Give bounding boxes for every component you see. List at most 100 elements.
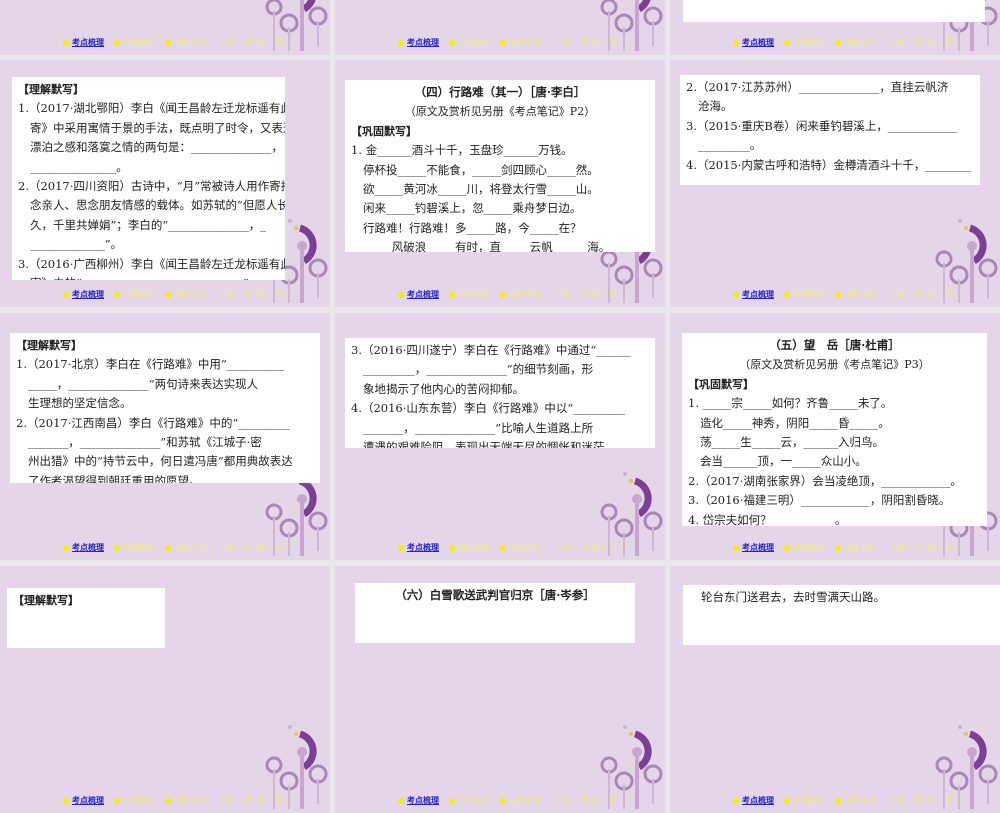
nav-link-kaodian-label: 考点梳理 <box>742 290 774 299</box>
nav-link-3-label: 决胜中考 <box>174 796 206 805</box>
bullet-dot-icon <box>835 291 841 298</box>
text-line: 寄》中采用寓情于景的手法，既点明了时令，又表达了 <box>30 120 285 135</box>
slide-thumbnail[interactable]: （六）白雪歌送武判官归京［唐·岑参］ 考点梳理 典例精析 决胜中考 （ 第一 页 第一 … <box>335 566 665 813</box>
nav-link-kaodian[interactable]: 考点梳理 <box>398 795 439 806</box>
slide-content-box: （六）白雪歌送武判官归京［唐·岑参］ <box>355 583 635 643</box>
nav-link-2-label: 典例精析 <box>123 290 155 299</box>
page-indicator-label: （ 第一 页 第一 页 ） <box>886 543 963 552</box>
text-line: 轮台东门送君去，去时雪满天山路。 <box>701 590 885 604</box>
text-line: 行路难！行路难！多_____路，今_____在？ <box>363 220 582 235</box>
bullet-dot-icon <box>500 797 506 804</box>
nav-link-kaodian[interactable]: 考点梳理 <box>733 37 774 48</box>
bullet-dot-icon <box>165 291 171 298</box>
bullet-dot-icon <box>500 291 506 298</box>
slide-footer-nav: 考点梳理 典例精析 决胜中考 （ 第一 页 第一 页 ） <box>63 542 293 553</box>
nav-link-kaodian[interactable]: 考点梳理 <box>63 289 104 300</box>
text-line: _________。 <box>698 138 762 153</box>
text-line: 1.（2017·湖北鄂阳）李白《闻王昌龄左迁龙标遥有此 <box>18 101 285 116</box>
bullet-dot-icon <box>449 39 455 46</box>
nav-link-3[interactable]: 决胜中考 <box>835 795 876 806</box>
slide-content-box: 【理解默写】 1.（2017·北京）李白在《行路难》中用“__________ __… <box>10 333 320 483</box>
slide-thumbnail[interactable]: 【理解默写】 考点梳理 典例精析 决胜中考 （ 第一 页 第一 页 ） <box>0 566 330 813</box>
nav-link-2[interactable]: 典例精析 <box>784 795 825 806</box>
slide-thumbnail[interactable]: （四）行路难（其一）［唐·李白］ （原文及赏析见另册《考点笔记》P2） 【巩固默写】… <box>335 60 665 307</box>
bullet-dot-icon <box>398 39 404 46</box>
nav-link-3[interactable]: 决胜中考 <box>835 542 876 553</box>
nav-link-kaodian[interactable]: 考点梳理 <box>733 542 774 553</box>
nav-link-3[interactable]: 决胜中考 <box>165 37 206 48</box>
nav-link-kaodian[interactable]: 考点梳理 <box>63 795 104 806</box>
nav-link-3[interactable]: 决胜中考 <box>500 37 541 48</box>
slide-thumbnail[interactable]: 考点梳理 典例精析 决胜中考 （ 第一 页 第一 页 ） <box>335 0 665 55</box>
text-line: 寄》中的“_____________，_____________”， <box>18 274 279 280</box>
page-indicator-label: （ 第一 页 第一 页 ） <box>551 796 628 805</box>
text-line: _______________。 <box>30 159 128 174</box>
nav-link-2[interactable]: 典例精析 <box>114 795 155 806</box>
text-line: 3.（2016·广西柳州）李白《闻王昌龄左迁龙标遥有此 <box>18 256 285 271</box>
nav-link-3[interactable]: 决胜中考 <box>835 37 876 48</box>
slide-thumbnail[interactable]: （五）望 岳［唐·杜甫］ （原文及赏析见另册《考点笔记》P3） 【巩固默写】 1. _… <box>670 313 1000 560</box>
bullet-dot-icon <box>733 797 739 804</box>
nav-link-2[interactable]: 典例精析 <box>114 37 155 48</box>
nav-link-3[interactable]: 决胜中考 <box>500 542 541 553</box>
bullet-dot-icon <box>398 291 404 298</box>
bullet-dot-icon <box>63 544 69 551</box>
nav-link-3[interactable]: 决胜中考 <box>165 289 206 300</box>
nav-link-kaodian[interactable]: 考点梳理 <box>398 37 439 48</box>
nav-link-2[interactable]: 典例精析 <box>784 37 825 48</box>
nav-link-3-label: 决胜中考 <box>509 290 541 299</box>
nav-link-3[interactable]: 决胜中考 <box>165 795 206 806</box>
nav-link-3-label: 决胜中考 <box>509 38 541 47</box>
nav-link-kaodian[interactable]: 考点梳理 <box>733 289 774 300</box>
nav-link-2[interactable]: 典例精析 <box>114 542 155 553</box>
nav-link-2[interactable]: 典例精析 <box>449 542 490 553</box>
nav-link-kaodian-label: 考点梳理 <box>742 796 774 805</box>
slide-thumbnail[interactable]: 考点梳理 典例精析 决胜中考 （ 第一 页 第一 页 ） <box>0 0 330 55</box>
slide-thumbnail[interactable]: ________________ 标过五溪。考点梳理 典例精析 决胜中考 （ 第一 页… <box>670 0 1000 55</box>
nav-link-3[interactable]: 决胜中考 <box>835 289 876 300</box>
nav-link-2[interactable]: 典例精析 <box>114 289 155 300</box>
bullet-dot-icon <box>784 291 790 298</box>
text-line: 4. 岱宗夫如何？___________。 <box>688 512 847 526</box>
text-line: 2.（2017·四川资阳）古诗中，“月”常被诗人用作寄托思 <box>18 179 285 194</box>
bullet-dot-icon <box>835 797 841 804</box>
nav-link-3[interactable]: 决胜中考 <box>165 542 206 553</box>
slide-thumbnail[interactable]: 【理解默写】 1.（2017·湖北鄂阳）李白《闻王昌龄左迁龙标遥有此 寄》中采用寓情… <box>0 60 330 307</box>
nav-link-2-label: 典例精析 <box>793 796 825 805</box>
nav-link-2[interactable]: 典例精析 <box>449 795 490 806</box>
nav-link-3-label: 决胜中考 <box>844 290 876 299</box>
nav-link-2[interactable]: 典例精析 <box>784 542 825 553</box>
slide-content-box: 3.（2016·四川遂宁）李白在《行路难》中通过“______ _________… <box>345 338 655 448</box>
slide-thumbnail[interactable]: 2.（2017·江苏苏州）______________，直挂云帆济 沧海。 3.（2… <box>670 60 1000 307</box>
page-indicator-label: （ 第一 页 第一 页 ） <box>216 796 293 805</box>
nav-link-3[interactable]: 决胜中考 <box>500 289 541 300</box>
slide-thumbnail[interactable]: 3.（2016·四川遂宁）李白在《行路难》中通过“______ _________… <box>335 313 665 560</box>
nav-link-2[interactable]: 典例精析 <box>784 289 825 300</box>
page-indicator: （ 第一 页 第一 页 ） <box>216 289 293 300</box>
nav-link-3-label: 决胜中考 <box>174 38 206 47</box>
bullet-dot-icon <box>114 544 120 551</box>
nav-link-3[interactable]: 决胜中考 <box>500 795 541 806</box>
slide-content-box: 【理解默写】 1.（2017·湖北鄂阳）李白《闻王昌龄左迁龙标遥有此 寄》中采用寓情… <box>12 77 285 280</box>
nav-link-3-label: 决胜中考 <box>509 543 541 552</box>
nav-link-2-label: 典例精析 <box>123 543 155 552</box>
slide-footer-nav: 考点梳理 典例精析 决胜中考 （ 第一 页 第一 页 ） <box>63 37 293 48</box>
page-indicator-label: （ 第一 页 第一 页 ） <box>886 38 963 47</box>
text-line: 沧海。 <box>698 99 733 114</box>
page-indicator-label: （ 第一 页 第一 页 ） <box>216 38 293 47</box>
nav-link-kaodian[interactable]: 考点梳理 <box>398 289 439 300</box>
nav-link-2[interactable]: 典例精析 <box>449 37 490 48</box>
nav-link-kaodian[interactable]: 考点梳理 <box>733 795 774 806</box>
slide-footer-nav: 考点梳理 典例精析 决胜中考 （ 第一 页 第一 页 ） <box>63 795 293 806</box>
nav-link-2-label: 典例精析 <box>458 290 490 299</box>
text-line: 停杯投_____不能食，_____剑四顾心_____然。 <box>363 162 599 177</box>
text-line: 3.（2015·重庆B卷）闲来垂钓碧溪上，____________ <box>686 118 957 133</box>
slide-thumbnail[interactable]: 【理解默写】 1.（2017·北京）李白在《行路难》中用“__________ __… <box>0 313 330 560</box>
nav-link-kaodian-label: 考点梳理 <box>407 543 439 552</box>
nav-link-2[interactable]: 典例精析 <box>449 289 490 300</box>
nav-link-kaodian[interactable]: 考点梳理 <box>398 542 439 553</box>
nav-link-kaodian[interactable]: 考点梳理 <box>63 542 104 553</box>
slide-thumbnail[interactable]: 轮台东门送君去，去时雪满天山路。 考点梳理 典例精析 决胜中考 （ 第一 页 第一 页 … <box>670 566 1000 813</box>
nav-link-kaodian[interactable]: 考点梳理 <box>63 37 104 48</box>
bullet-dot-icon <box>449 544 455 551</box>
